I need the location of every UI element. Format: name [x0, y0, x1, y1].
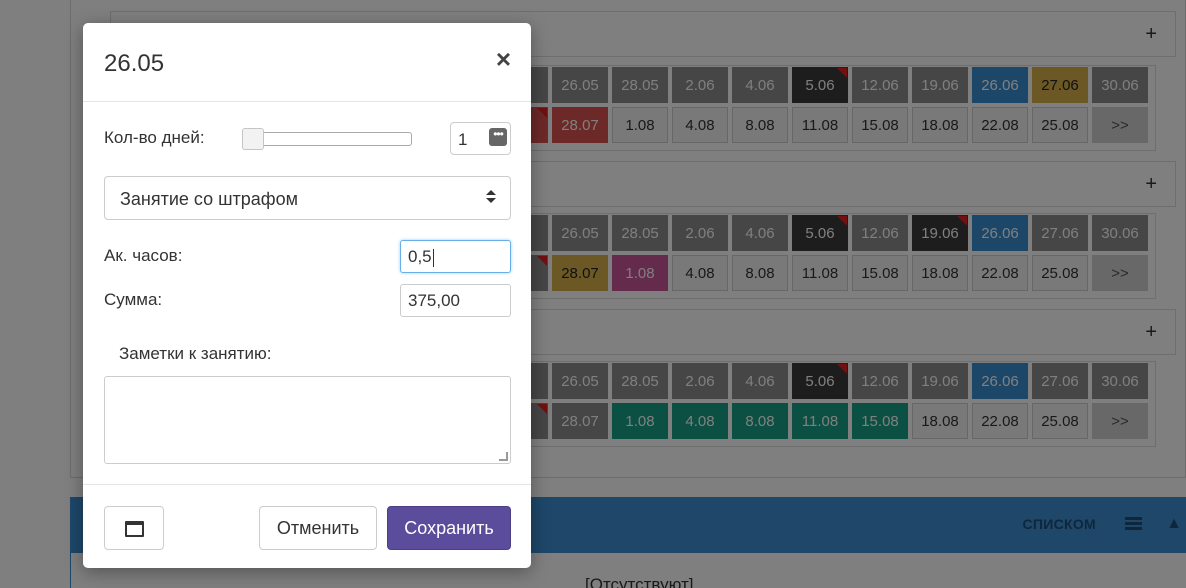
cancel-button[interactable]: Отменить	[259, 506, 377, 550]
select-arrows-icon	[486, 190, 496, 206]
more-dots-icon[interactable]: •••	[489, 128, 507, 146]
text-cursor	[432, 248, 434, 267]
sum-value: 375,00	[408, 291, 460, 310]
lesson-type-select[interactable]: Занятие со штрафом	[104, 176, 511, 220]
academic-hours-label: Ак. часов:	[104, 246, 183, 265]
slider-handle[interactable]	[242, 128, 264, 150]
sum-input[interactable]: 375,00	[400, 284, 511, 317]
sum-label: Сумма:	[104, 290, 163, 309]
lesson-type-value: Занятие со штрафом	[120, 189, 298, 209]
days-count-value: 1	[458, 130, 468, 149]
save-button[interactable]: Сохранить	[387, 506, 511, 550]
window-button[interactable]	[104, 506, 164, 550]
resize-handle-icon[interactable]	[499, 452, 508, 461]
days-slider[interactable]	[242, 128, 412, 150]
modal-header: 26.05 ×	[83, 23, 531, 102]
close-icon[interactable]: ×	[496, 46, 511, 72]
notes-label: Заметки к занятию:	[119, 344, 272, 363]
lesson-modal: 26.05 × Кол-во дней: 1 ••• Занятие со шт…	[83, 23, 531, 568]
modal-title: 26.05	[104, 50, 165, 77]
days-count-label: Кол-во дней:	[104, 128, 205, 147]
academic-hours-input[interactable]: 0,5	[400, 240, 511, 273]
academic-hours-value: 0,5	[408, 247, 432, 266]
notes-textarea[interactable]	[104, 376, 511, 464]
modal-footer: Отменить Сохранить	[83, 484, 531, 568]
days-count-input[interactable]: 1 •••	[450, 122, 511, 155]
window-icon	[125, 521, 144, 537]
